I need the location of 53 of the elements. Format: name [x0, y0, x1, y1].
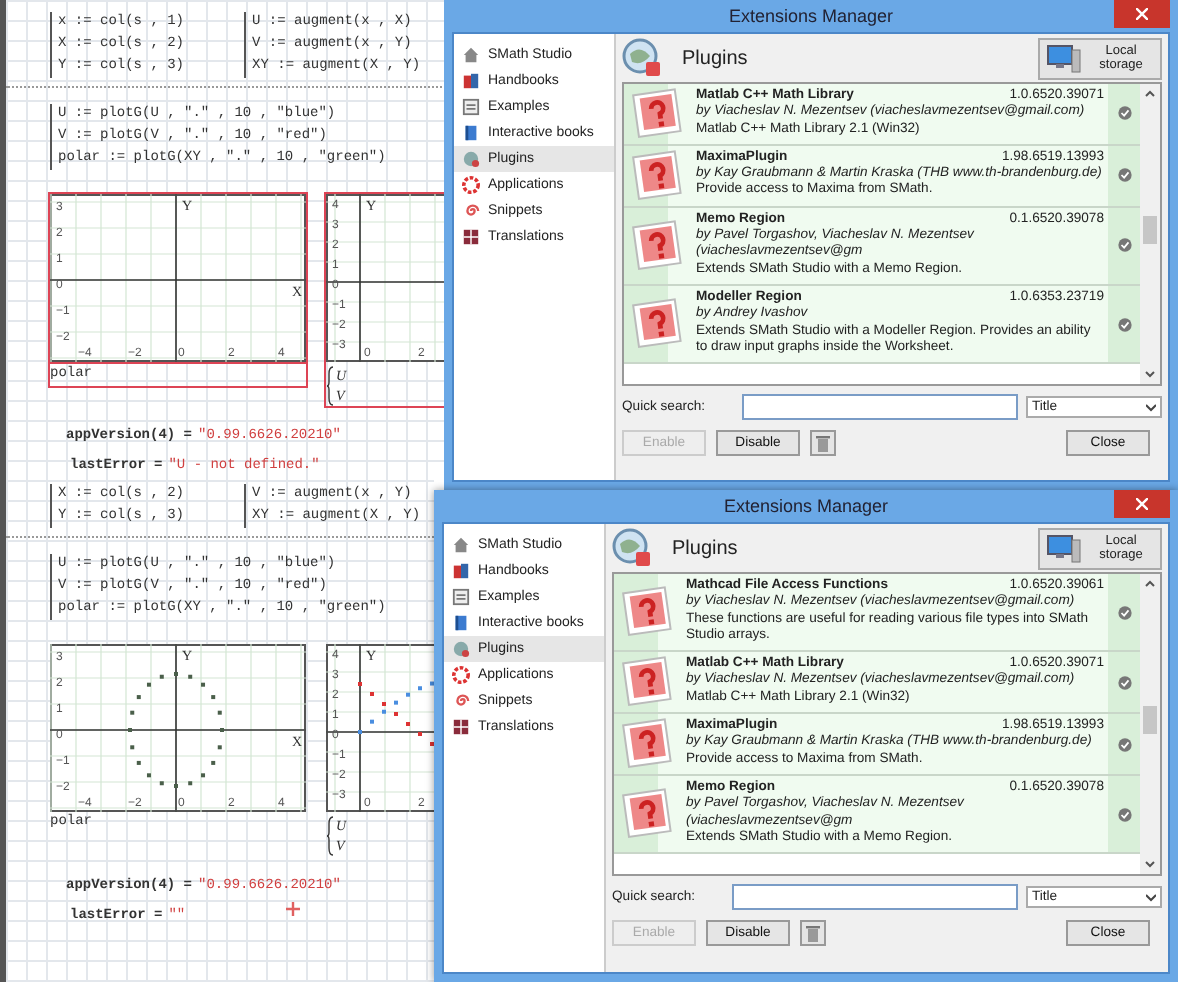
books-icon — [452, 562, 470, 580]
close-button[interactable] — [1114, 490, 1170, 518]
globe-icon — [462, 150, 480, 168]
trash-icon — [816, 434, 830, 452]
delete-button[interactable] — [800, 920, 826, 946]
cursor-cross-icon — [286, 902, 300, 916]
unknown-file-icon — [620, 654, 676, 711]
document-icon — [452, 588, 470, 606]
search-field[interactable] — [732, 884, 1018, 910]
book-icon — [452, 614, 470, 632]
document-icon — [462, 98, 480, 116]
unknown-file-icon — [630, 85, 686, 142]
computer-icon — [1046, 533, 1082, 563]
check-icon — [1117, 238, 1131, 253]
gear-icon — [452, 666, 470, 684]
grid-icon — [452, 718, 470, 736]
plugin-globe-icon — [612, 528, 652, 568]
check-icon — [1117, 317, 1131, 332]
check-icon — [1117, 807, 1131, 822]
swirl-icon — [452, 692, 470, 710]
window-title: Extensions Manager — [728, 6, 894, 26]
close-icon — [1136, 8, 1148, 20]
close-button[interactable] — [1114, 0, 1170, 28]
check-icon — [1117, 106, 1131, 121]
data-points-drawing — [128, 672, 224, 788]
trash-icon — [806, 924, 820, 942]
close-icon — [1136, 498, 1148, 510]
chevron-down-icon — [1146, 403, 1156, 411]
gear-icon — [462, 176, 480, 194]
grid-icon — [462, 228, 480, 246]
section-title: Plugins — [682, 47, 748, 69]
brace-icon — [326, 816, 334, 856]
computer-icon — [1046, 43, 1082, 73]
house-icon — [452, 536, 470, 554]
globe-icon — [452, 640, 470, 658]
search-field[interactable] — [742, 394, 1018, 420]
plugin-globe-icon — [622, 38, 662, 78]
unknown-file-icon — [630, 147, 686, 204]
delete-button[interactable] — [810, 430, 836, 456]
check-icon — [1117, 675, 1131, 690]
book-icon — [462, 124, 480, 142]
house-icon — [462, 46, 480, 64]
check-icon — [1117, 737, 1131, 752]
section-title: Plugins — [672, 537, 738, 559]
swirl-icon — [462, 202, 480, 220]
chevron-down-icon — [1146, 893, 1156, 901]
brace-icon — [326, 366, 334, 406]
window-title: Extensions Manager — [723, 496, 889, 516]
books-icon — [462, 72, 480, 90]
check-icon — [1117, 168, 1131, 183]
data-points-drawing — [358, 681, 434, 746]
check-icon — [1117, 605, 1131, 620]
unknown-file-icon — [620, 716, 676, 773]
